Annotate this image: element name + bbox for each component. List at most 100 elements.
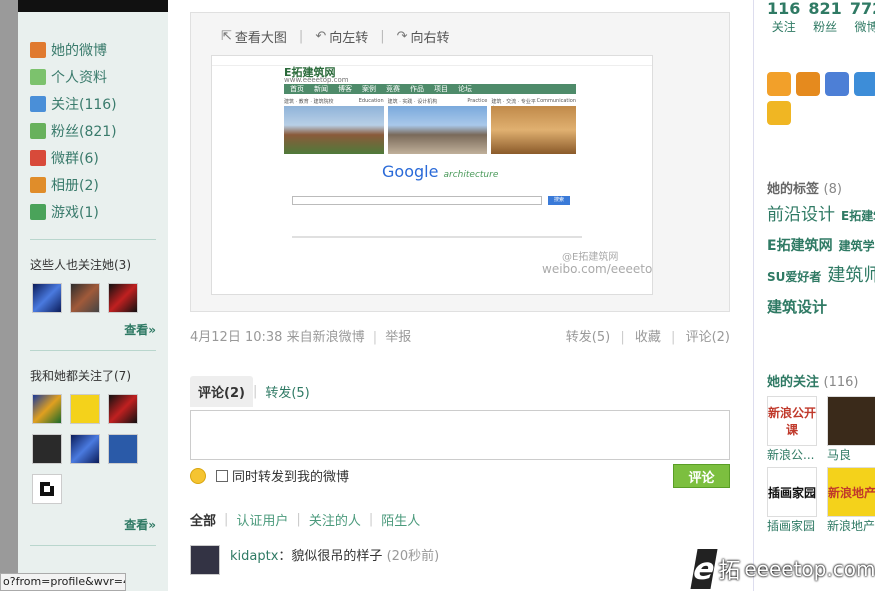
sidebar-item-2[interactable]: 关注(116) — [30, 90, 168, 117]
comment-link[interactable]: 评论(2) — [686, 330, 730, 345]
fans-icon — [30, 122, 46, 139]
separator: | — [620, 330, 625, 345]
sidebar-item-1[interactable]: 个人资料 — [30, 63, 168, 90]
following-count[interactable]: 116 关注 — [767, 0, 800, 35]
filter-following[interactable]: 关注的人 — [309, 510, 361, 529]
filter-verified[interactable]: 认证用户 — [236, 510, 288, 529]
sidebar-item-4[interactable]: 微群(6) — [30, 144, 168, 171]
sidebar-item-0[interactable]: 她的微博 — [30, 36, 168, 63]
post-image[interactable]: E拓建筑网 www.eeeetop.com 首页 新闻 博客 案例 竞赛 作品 项目 论坛 建… — [211, 55, 653, 295]
image-nav-item: 案例 — [362, 85, 376, 93]
google-logo: Google architecture — [382, 162, 498, 181]
avatar[interactable] — [108, 394, 138, 424]
submit-comment-button[interactable]: 评论 — [673, 464, 730, 488]
divider — [30, 545, 156, 546]
tags-title: 她的标签 (8) — [767, 178, 842, 197]
rotate-right-label: 向右转 — [410, 31, 450, 46]
image-watermark: @E拓建筑网 — [562, 252, 619, 263]
following-name[interactable]: 插画家园 — [767, 517, 827, 534]
following-item[interactable]: 新浪公开课 新浪公... — [767, 396, 827, 463]
mutual-avatars-row1 — [18, 394, 168, 424]
medal-icon[interactable] — [767, 101, 791, 125]
image-nav-item: 首页 — [290, 85, 304, 93]
tag[interactable]: 前沿设计 — [767, 205, 835, 225]
following-item[interactable]: 新浪地产 新浪地产 — [827, 467, 875, 534]
photo-communication — [491, 106, 577, 154]
avatar[interactable] — [108, 434, 138, 464]
home-icon — [30, 41, 46, 58]
rotate-left-button[interactable]: ↶ 向左转 — [315, 27, 368, 46]
tag[interactable]: SU爱好者 — [767, 270, 821, 284]
avatar[interactable] — [190, 545, 220, 575]
separator: | — [380, 29, 385, 44]
following-title: 她的关注 (116) — [767, 371, 859, 390]
medal-icon[interactable] — [796, 72, 820, 96]
separator: | — [296, 512, 301, 527]
avatar[interactable] — [70, 283, 100, 313]
rotate-right-button[interactable]: ↷ 向右转 — [397, 27, 450, 46]
favorite-link[interactable]: 收藏 — [635, 330, 661, 345]
avatar[interactable] — [70, 434, 100, 464]
sidebar-item-label: 个人资料 — [51, 69, 107, 86]
avatar[interactable] — [32, 394, 62, 424]
view-large-label: 查看大图 — [234, 31, 287, 46]
post-meta: 4月12日 10:38 来自新浪微博 | 举报 转发(5) | 收藏 | 评论(… — [190, 326, 730, 345]
avatar[interactable] — [108, 283, 138, 313]
following-item[interactable]: 马良 — [827, 396, 875, 463]
medal-icon[interactable] — [825, 72, 849, 96]
tag[interactable]: 建筑设计 — [767, 298, 827, 316]
following-name[interactable]: 新浪地产 — [827, 517, 875, 534]
tag[interactable]: E拓建筑 — [841, 209, 875, 223]
mutual-follow-title: 我和她都关注了(7) — [30, 369, 131, 383]
image-caption: 建筑 · 教育 · 建筑院校 — [284, 99, 334, 105]
avatar[interactable] — [70, 394, 100, 424]
image-nav-bar: 首页 新闻 博客 案例 竞赛 作品 项目 论坛 — [284, 84, 576, 94]
also-repost-label: 同时转发到我的微博 — [232, 470, 350, 485]
sidebar-item-5[interactable]: 相册(2) — [30, 171, 168, 198]
tab-reposts[interactable]: 转发(5) — [257, 376, 317, 407]
tag-cloud: 前沿设计 E拓建筑 E拓建筑网建筑学 SU爱好者建筑师 建筑设计 — [767, 200, 875, 323]
post-source[interactable]: 新浪微博 — [313, 330, 365, 345]
post-time[interactable]: 4月12日 10:38 — [190, 330, 282, 345]
image-nav-item: 竞赛 — [386, 85, 400, 93]
fans-count[interactable]: 821 粉丝 — [808, 0, 841, 35]
rotate-left-icon: ↶ — [315, 29, 327, 44]
view-large-button[interactable]: ⇱ 查看大图 — [221, 27, 287, 46]
separator: | — [372, 330, 378, 345]
tag[interactable]: E拓建筑网 — [767, 238, 833, 254]
avatar[interactable] — [32, 434, 62, 464]
following-name[interactable]: 马良 — [827, 446, 875, 463]
avatar[interactable] — [32, 283, 62, 313]
filter-all[interactable]: 全部 — [190, 510, 216, 529]
image-search-button: 搜索 — [548, 196, 570, 205]
left-sidebar: 她的微博 个人资料 关注(116) 粉丝(821) 微群(6) 相册(2) 游戏(1) 这些… — [18, 0, 168, 591]
image-nav-item: 新闻 — [314, 85, 328, 93]
report-link[interactable]: 举报 — [385, 330, 411, 345]
count-label: 粉丝 — [813, 20, 838, 34]
filter-strangers[interactable]: 陌生人 — [381, 510, 420, 529]
avatar[interactable] — [32, 474, 62, 504]
tag[interactable]: 建筑师 — [827, 265, 875, 286]
repost-link[interactable]: 转发(5) — [566, 330, 610, 345]
comment-time: (20秒前) — [386, 549, 440, 564]
tab-comments[interactable]: 评论(2) — [190, 376, 253, 407]
comment-user[interactable]: kidaptx — [230, 549, 278, 564]
comment-input[interactable] — [190, 410, 730, 460]
image-nav-item: 作品 — [410, 85, 424, 93]
medal-icon[interactable] — [767, 72, 791, 96]
following-name[interactable]: 新浪公... — [767, 446, 827, 463]
view-more-link[interactable]: 查看» — [18, 516, 168, 533]
emoji-icon[interactable] — [190, 467, 206, 484]
weibo-count[interactable]: 772 微博 — [850, 0, 875, 35]
profile-card-icon — [30, 68, 46, 85]
image-domain: www.eeeetop.com — [284, 76, 349, 84]
sidebar-item-3[interactable]: 粉丝(821) — [30, 117, 168, 144]
image-search-box — [292, 196, 542, 205]
view-more-link[interactable]: 查看» — [18, 321, 168, 338]
medal-icon[interactable] — [854, 72, 875, 96]
also-repost-checkbox[interactable] — [216, 469, 228, 482]
count-number: 116 — [767, 0, 801, 18]
following-item[interactable]: 插画家园 插画家园 — [767, 467, 827, 534]
tag[interactable]: 建筑学 — [839, 239, 875, 253]
sidebar-item-6[interactable]: 游戏(1) — [30, 198, 168, 225]
